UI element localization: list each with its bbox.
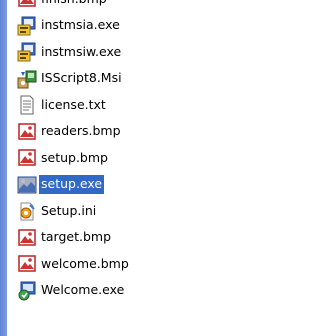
bitmap-icon: [17, 122, 37, 142]
file-list: finish.bmp instmsia.exe instmsiw.exe ISS…: [17, 0, 131, 304]
file-row[interactable]: Setup.ini: [17, 198, 131, 225]
ini-settings-icon: [17, 201, 37, 221]
file-row[interactable]: target.bmp: [17, 225, 131, 252]
installer-exe-icon: [17, 42, 37, 62]
file-row[interactable]: ISScript8.Msi: [17, 66, 131, 93]
file-row[interactable]: setup.bmp: [17, 145, 131, 172]
file-name: license.txt: [41, 96, 106, 112]
file-row[interactable]: finish.bmp: [17, 0, 131, 13]
file-name: finish.bmp: [39, 0, 109, 9]
file-row[interactable]: instmsiw.exe: [17, 39, 131, 66]
file-name: Welcome.exe: [41, 282, 125, 298]
file-row[interactable]: Welcome.exe: [17, 278, 131, 305]
file-name: target.bmp: [41, 229, 112, 245]
file-name: setup.exe: [39, 175, 105, 195]
file-name: welcome.bmp: [41, 255, 129, 271]
file-row[interactable]: license.txt: [17, 92, 131, 119]
file-row[interactable]: instmsia.exe: [17, 13, 131, 40]
setup-program-icon: [17, 175, 37, 195]
file-name: readers.bmp: [41, 123, 121, 139]
text-document-icon: [17, 95, 37, 115]
file-row[interactable]: welcome.bmp: [17, 251, 131, 278]
bitmap-icon: [17, 254, 37, 274]
explorer-left-pane-edge: [0, 0, 7, 336]
file-name: Setup.ini: [41, 202, 97, 218]
msi-package-icon: [17, 69, 37, 89]
bitmap-icon: [17, 0, 37, 9]
program-exe-icon: [17, 281, 37, 301]
file-name: ISScript8.Msi: [41, 70, 122, 86]
file-name: instmsiw.exe: [41, 43, 122, 59]
file-row[interactable]: readers.bmp: [17, 119, 131, 146]
file-row-selected[interactable]: setup.exe: [17, 172, 131, 199]
bitmap-icon: [17, 228, 37, 248]
file-name: setup.bmp: [41, 149, 108, 165]
bitmap-icon: [17, 148, 37, 168]
installer-exe-icon: [17, 16, 37, 36]
file-name: instmsia.exe: [41, 17, 120, 33]
